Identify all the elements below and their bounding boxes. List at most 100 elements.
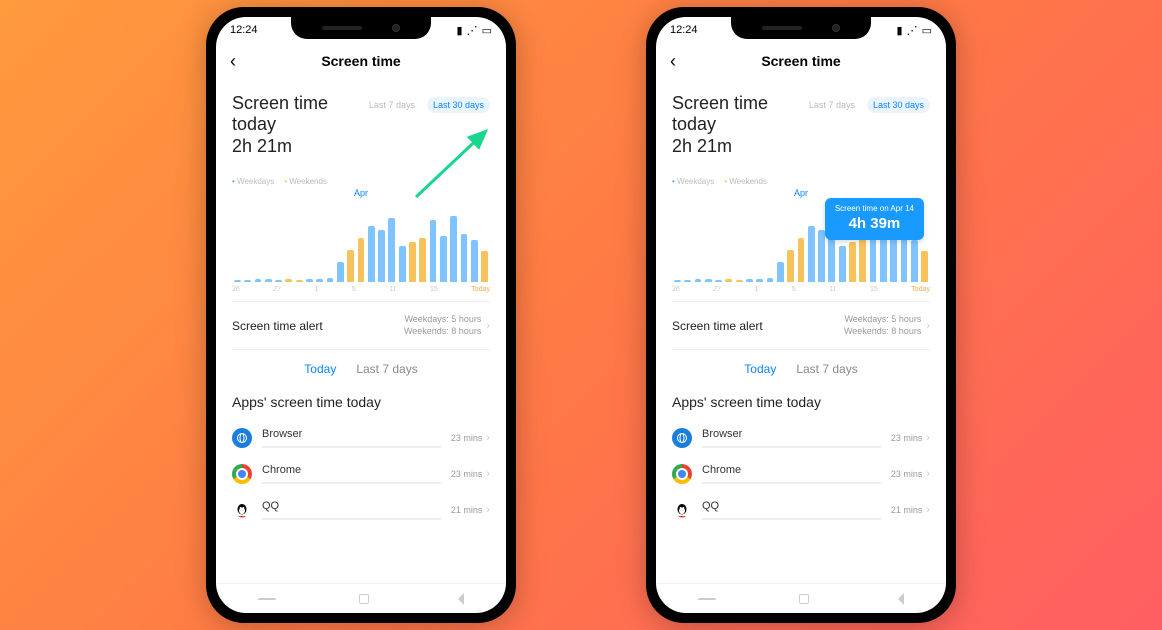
chart-x-axis: 26271 51115 Today: [232, 286, 490, 293]
battery-icon: ▭: [482, 24, 492, 37]
app-usage-bar: [262, 482, 441, 484]
apps-section-title: Apps' screen time today: [672, 388, 930, 420]
legend-weekends: Weekends: [284, 177, 327, 186]
app-name: Browser: [702, 428, 881, 440]
hero-line2: today: [232, 114, 328, 135]
app-time: 21 mins: [891, 505, 923, 515]
status-time: 12:24: [670, 24, 698, 36]
screen: 12:24 ▮ ⋰ ▭ ‹ Screen time Screen time to…: [216, 17, 506, 613]
chevron-right-icon: ›: [486, 468, 490, 480]
app-name: Chrome: [262, 464, 441, 476]
back-icon[interactable]: ‹: [230, 51, 236, 72]
app-name: QQ: [262, 500, 441, 512]
tabs: Today Last 7 days: [232, 350, 490, 388]
alert-weekends: Weekends: 8 hours: [404, 326, 481, 338]
chrome-icon: [672, 464, 692, 484]
signal-icon: ▮: [457, 24, 463, 37]
app-row-browser[interactable]: Browser 23 mins›: [232, 420, 490, 456]
chevron-right-icon: ›: [926, 432, 930, 444]
app-name: Browser: [262, 428, 441, 440]
app-usage-bar: [702, 482, 881, 484]
hero: Screen time today 2h 21m Last 7 days Las…: [232, 79, 490, 163]
browser-icon: [232, 428, 252, 448]
app-row-qq[interactable]: QQ 21 mins›: [672, 492, 930, 528]
chevron-right-icon: ›: [926, 320, 930, 332]
alert-label: Screen time alert: [672, 319, 763, 333]
usage-chart[interactable]: Screen time on Apr 14 4h 39m: [672, 202, 930, 282]
page-title: Screen time: [761, 53, 840, 69]
battery-icon: ▭: [922, 24, 932, 37]
app-name: Chrome: [702, 464, 881, 476]
chip-last-7-days[interactable]: Last 7 days: [363, 97, 421, 113]
screen-time-alert-row[interactable]: Screen time alert Weekdays: 5 hours Week…: [232, 301, 490, 350]
wifi-icon: ⋰: [467, 24, 478, 37]
usage-chart[interactable]: [232, 202, 490, 282]
nav-home-icon[interactable]: [799, 594, 809, 604]
legend-weekdays: Weekdays: [672, 177, 714, 186]
phone-mockup-right: 12:24 ▮ ⋰ ▭ ‹ Screen time Screen time to…: [646, 7, 956, 623]
app-row-qq[interactable]: QQ 21 mins›: [232, 492, 490, 528]
chip-last-30-days[interactable]: Last 30 days: [867, 97, 930, 113]
app-row-browser[interactable]: Browser 23 mins›: [672, 420, 930, 456]
top-bar: ‹ Screen time: [656, 43, 946, 79]
tab-last-7-days[interactable]: Last 7 days: [796, 362, 857, 376]
app-usage-bar: [702, 518, 881, 520]
chart-x-axis: 26271 51115 Today: [672, 286, 930, 293]
qq-icon: [672, 500, 692, 520]
chip-last-30-days[interactable]: Last 30 days: [427, 97, 490, 113]
tab-last-7-days[interactable]: Last 7 days: [356, 362, 417, 376]
nav-recent-icon[interactable]: [698, 598, 716, 600]
app-usage-bar: [702, 446, 881, 448]
chart-tooltip: Screen time on Apr 14 4h 39m: [825, 198, 924, 240]
app-row-chrome[interactable]: Chrome 23 mins›: [232, 456, 490, 492]
browser-icon: [672, 428, 692, 448]
tooltip-title: Screen time on Apr 14: [835, 204, 914, 213]
chart-legend: Weekdays Weekends: [672, 177, 930, 186]
app-time: 23 mins: [891, 433, 923, 443]
content: Screen time today 2h 21m Last 7 days Las…: [656, 79, 946, 583]
alert-weekdays: Weekdays: 5 hours: [844, 314, 921, 326]
app-usage-bar: [262, 446, 441, 448]
app-time: 23 mins: [451, 469, 483, 479]
android-nav-bar: [216, 583, 506, 613]
phone-mockup-left: 12:24 ▮ ⋰ ▭ ‹ Screen time Screen time to…: [206, 7, 516, 623]
tab-today[interactable]: Today: [744, 362, 776, 376]
chevron-right-icon: ›: [486, 504, 490, 516]
nav-back-icon[interactable]: [892, 593, 904, 605]
apps-section-title: Apps' screen time today: [232, 388, 490, 420]
alert-weekdays: Weekdays: 5 hours: [404, 314, 481, 326]
chevron-right-icon: ›: [926, 504, 930, 516]
screen: 12:24 ▮ ⋰ ▭ ‹ Screen time Screen time to…: [656, 17, 946, 613]
hero: Screen time today 2h 21m Last 7 days Las…: [672, 79, 930, 163]
chrome-icon: [232, 464, 252, 484]
status-icons: ▮ ⋰ ▭: [897, 24, 932, 37]
tab-today[interactable]: Today: [304, 362, 336, 376]
chart-month: Apr: [232, 188, 490, 198]
chevron-right-icon: ›: [926, 468, 930, 480]
app-time: 21 mins: [451, 505, 483, 515]
nav-home-icon[interactable]: [359, 594, 369, 604]
top-bar: ‹ Screen time: [216, 43, 506, 79]
status-icons: ▮ ⋰ ▭: [457, 24, 492, 37]
app-row-chrome[interactable]: Chrome 23 mins›: [672, 456, 930, 492]
app-time: 23 mins: [451, 433, 483, 443]
chart-month: Apr: [672, 188, 930, 198]
nav-recent-icon[interactable]: [258, 598, 276, 600]
screen-time-alert-row[interactable]: Screen time alert Weekdays: 5 hours Week…: [672, 301, 930, 350]
nav-back-icon[interactable]: [452, 593, 464, 605]
back-icon[interactable]: ‹: [670, 51, 676, 72]
chip-last-7-days[interactable]: Last 7 days: [803, 97, 861, 113]
chevron-right-icon: ›: [486, 320, 490, 332]
android-nav-bar: [656, 583, 946, 613]
app-usage-bar: [262, 518, 441, 520]
notch: [731, 17, 871, 39]
legend-weekends: Weekends: [724, 177, 767, 186]
qq-icon: [232, 500, 252, 520]
page-title: Screen time: [321, 53, 400, 69]
hero-value: 2h 21m: [232, 136, 328, 157]
signal-icon: ▮: [897, 24, 903, 37]
alert-weekends: Weekends: 8 hours: [844, 326, 921, 338]
hero-line1: Screen time: [672, 93, 768, 114]
tabs: Today Last 7 days: [672, 350, 930, 388]
chart-legend: Weekdays Weekends: [232, 177, 490, 186]
